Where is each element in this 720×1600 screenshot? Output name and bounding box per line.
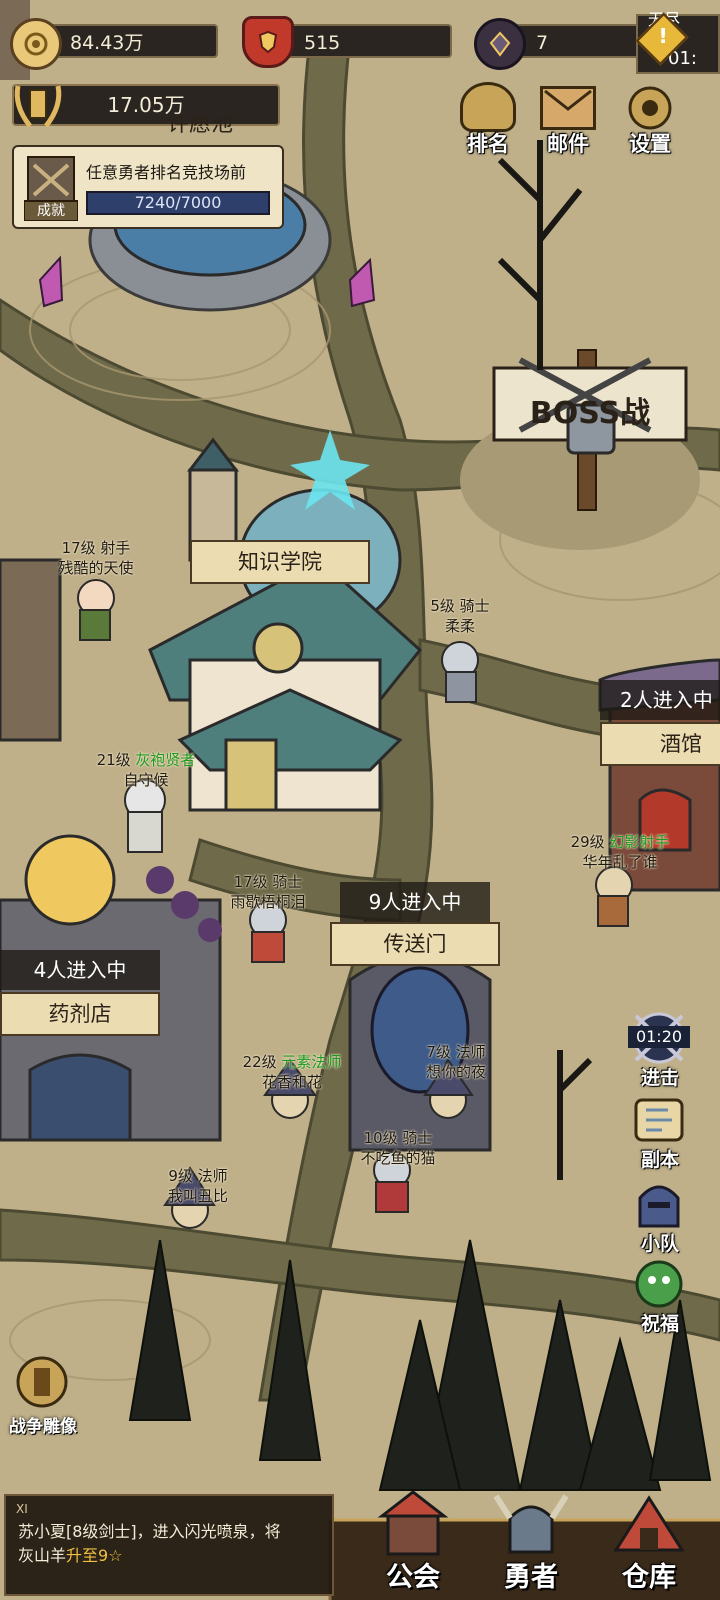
mail-button[interactable]: 邮件 [532, 78, 604, 158]
squad-label: 小队 [640, 1233, 679, 1255]
news-text: 苏小夏[8级剑士]，进入闪光喷泉，将 灰山羊升至9☆ [18, 1522, 281, 1565]
heroes-label: 勇者 [504, 1562, 558, 1593]
achievement-badge: 成就 [37, 203, 65, 219]
tavern-occupancy: 2人进入中 [600, 680, 720, 720]
blessing-label: 祝福 [640, 1313, 679, 1335]
crystal-value: 7 [536, 32, 549, 54]
mail-envelope-icon [540, 86, 596, 130]
knight-helmet-icon [630, 1176, 688, 1232]
dungeon-label: 副本 [640, 1149, 679, 1171]
npc-label[interactable]: 29级 幻影射手 华年乱了谁 [571, 832, 670, 872]
tavern-banner[interactable]: 酒馆 [600, 722, 720, 766]
npc-label[interactable]: 9级 法师 我叫丑比 [168, 1166, 228, 1206]
boss-sign [460, 349, 700, 550]
rank-label: 排名 [467, 132, 509, 156]
achievement-panel[interactable]: 成就 任意勇者排名竞技场前 7240/7000 [12, 145, 284, 229]
boss-battle-sign[interactable]: BOSS战 [500, 388, 680, 432]
npc-label[interactable]: 10级 骑士 不吃鱼的猫 [360, 1128, 435, 1168]
potion-shop-occupancy: 4人进入中 [0, 950, 160, 990]
fountain-label: 许愿池 [166, 116, 233, 137]
portal-banner[interactable]: 传送门 [330, 922, 500, 966]
news-ticker[interactable]: XI 苏小夏[8级剑士]，进入闪光喷泉，将 灰山羊升至9☆ [4, 1494, 334, 1596]
achievement-description: 任意勇者排名竞技场前 [86, 163, 247, 182]
attack-label: 进击 [640, 1067, 679, 1089]
settings-button[interactable]: 设置 [614, 78, 686, 158]
npc-label[interactable]: 7级 法师 想你的夜 [426, 1042, 486, 1082]
statue-crest-icon [12, 1354, 72, 1410]
nav-heroes[interactable]: 勇者 [472, 1490, 590, 1600]
war-statue-button[interactable]: 战争雕像 [0, 1354, 86, 1440]
scroll-map-icon [628, 1092, 690, 1148]
npc-label[interactable]: 17级 骑士 雨歇梧桐泪 [230, 872, 305, 912]
rank-button[interactable]: 排名 [452, 78, 524, 158]
gear-icon [624, 82, 676, 134]
warehouse-label: 仓库 [622, 1562, 676, 1593]
gold-value: 84.43万 [70, 32, 144, 54]
npc-label[interactable]: 21级 灰袍贤者 自守候 [97, 750, 196, 790]
achievement-progress: 7240/7000 [86, 191, 270, 215]
attack-button[interactable]: 01:20 进击 [620, 1010, 700, 1090]
mail-label: 邮件 [547, 132, 589, 156]
red-shield-icon [242, 16, 294, 68]
npc-label[interactable]: 5级 骑士 柔柔 [430, 596, 489, 636]
laurel-crest-icon [10, 76, 66, 134]
academy-banner[interactable]: 知识学院 [190, 540, 370, 584]
nav-guild[interactable]: 公会 [354, 1490, 472, 1600]
dark-crystal-icon [474, 18, 526, 70]
npc-label[interactable]: 22级 元素法师 花香和花 [243, 1052, 342, 1092]
green-spirit-icon [630, 1256, 688, 1312]
blessing-button[interactable]: 祝福 [620, 1256, 700, 1336]
shield-value: 515 [304, 32, 341, 54]
event-timer: 01: [668, 48, 697, 69]
guild-label: 公会 [386, 1562, 440, 1593]
achievement-icon: 成就 [23, 155, 79, 222]
horned-helmet-icon [492, 1490, 570, 1556]
news-tag: XI [16, 1502, 28, 1516]
npc-label[interactable]: 17级 射手 残酷的天使 [58, 538, 133, 578]
gold-coin-icon [10, 18, 62, 70]
guild-hall-icon [374, 1490, 452, 1556]
squad-button[interactable]: 小队 [620, 1176, 700, 1256]
dungeon-button[interactable]: 副本 [620, 1092, 700, 1172]
warehouse-tent-icon [610, 1490, 688, 1556]
portal-occupancy: 9人进入中 [340, 882, 490, 922]
attack-timer: 01:20 [628, 1026, 690, 1048]
world-map [0, 0, 720, 1600]
nav-warehouse[interactable]: 仓库 [590, 1490, 708, 1600]
settings-label: 设置 [629, 132, 671, 156]
game-screen: 84.43万 515 7 无尽 01: ! 17.05万 成就 任意勇者排名竞技… [0, 0, 720, 1600]
potion-shop-banner[interactable]: 药剂店 [0, 992, 160, 1036]
war-statue-label: 战争雕像 [9, 1417, 77, 1437]
rank-crown-icon [460, 82, 516, 132]
